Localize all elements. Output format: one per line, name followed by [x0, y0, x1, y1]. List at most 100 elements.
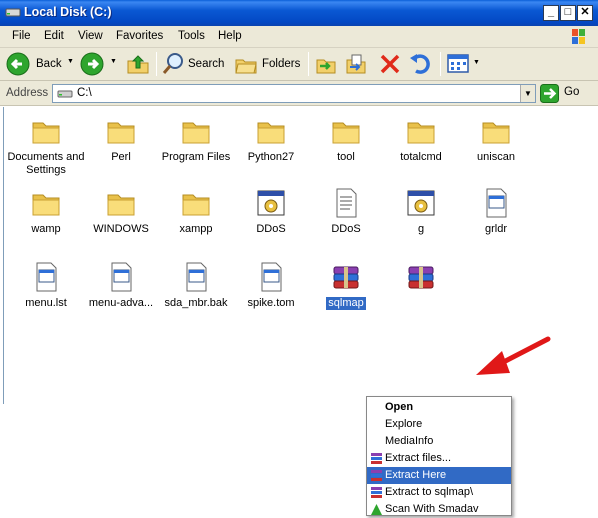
winrar-icon — [371, 453, 382, 464]
windows-logo-icon — [572, 29, 585, 44]
menu-tools[interactable]: Tools — [178, 30, 205, 42]
item-label: tool — [337, 151, 355, 163]
dropdown-icon: ▼ — [67, 58, 74, 65]
folder-icon — [32, 194, 60, 216]
winrar-icon — [371, 470, 382, 481]
file-icon — [486, 188, 507, 218]
folders-button[interactable]: Folders — [234, 52, 302, 76]
views-button[interactable]: ▼ — [446, 52, 482, 76]
address-value: C:\ — [77, 87, 92, 99]
delete-icon — [380, 54, 400, 74]
up-folder-icon — [127, 55, 149, 74]
minimize-button[interactable]: _ — [543, 5, 559, 21]
drive-icon — [5, 8, 21, 17]
application-icon — [407, 190, 435, 216]
item-label: Program Files — [161, 151, 231, 163]
back-arrow-icon — [6, 52, 30, 76]
delete-button[interactable] — [378, 52, 402, 76]
undo-icon — [410, 54, 430, 74]
item-label: grldr — [484, 223, 507, 235]
file-icon — [186, 262, 207, 292]
close-button[interactable]: ✕ — [577, 5, 593, 21]
item-label: wamp — [31, 223, 61, 235]
address-label: Address — [6, 87, 49, 99]
menu-help[interactable]: Help — [218, 30, 242, 42]
menu-bar: File Edit View Favorites Tools Help — [0, 26, 598, 48]
item-label: sda_mbr.bak — [164, 297, 228, 309]
context-item-explore[interactable]: Explore — [367, 416, 511, 433]
forward-button[interactable]: ▼ — [80, 52, 120, 76]
file-icon — [111, 262, 132, 292]
item-label: totalcmd — [400, 151, 442, 163]
dropdown-icon: ▼ — [110, 58, 117, 65]
folders-icon — [235, 59, 257, 74]
search-icon — [162, 53, 183, 74]
folder-icon — [182, 194, 210, 216]
context-item-open[interactable]: Open — [367, 399, 511, 416]
item-label: menu.lst — [25, 297, 67, 309]
move-to-folder-icon — [316, 59, 336, 74]
annotation-arrow-icon — [476, 336, 551, 375]
item-label: Python27 — [247, 151, 295, 163]
item-label: DDoS — [331, 223, 361, 235]
folder-icon — [182, 122, 210, 144]
winrar-icon — [371, 487, 382, 498]
back-button[interactable]: Back ▼ — [6, 52, 76, 76]
item-label: g — [417, 223, 425, 235]
address-input[interactable]: C:\ ▼ — [52, 84, 536, 103]
item-label: Documents and Settings — [7, 151, 85, 176]
item-label: spike.tom — [247, 297, 295, 309]
undo-button[interactable] — [408, 52, 432, 76]
context-item-scan-smadav[interactable]: Scan With Smadav — [367, 501, 511, 518]
menu-file[interactable]: File — [12, 30, 31, 42]
rar-archive-icon — [333, 266, 359, 289]
views-icon — [447, 54, 469, 73]
folder-icon — [257, 122, 285, 144]
context-menu: Open Explore MediaInfo Extract files... … — [366, 396, 512, 516]
address-dropdown-button[interactable]: ▼ — [520, 85, 535, 102]
folder-icon — [332, 122, 360, 144]
item-label: menu-adva... — [88, 297, 154, 309]
search-button[interactable]: Search — [162, 52, 226, 76]
text-document-icon — [336, 188, 357, 218]
item-label: xampp — [179, 223, 213, 235]
toolbar-separator — [308, 52, 309, 76]
copy-to-button[interactable] — [344, 52, 368, 76]
item-label: uniscan — [477, 151, 515, 163]
window-title: Local Disk (C:) — [24, 5, 112, 19]
item-label: WINDOWS — [93, 223, 149, 235]
item-label: Perl — [111, 151, 131, 163]
go-button[interactable]: Go — [540, 84, 595, 103]
folder-icon — [407, 122, 435, 144]
menu-view[interactable]: View — [78, 30, 103, 42]
forward-arrow-icon — [80, 52, 104, 76]
folder-icon — [32, 122, 60, 144]
up-folder-button[interactable] — [126, 52, 150, 76]
context-item-extract-here[interactable]: Extract Here — [367, 467, 511, 484]
folder-icon — [107, 194, 135, 216]
maximize-button[interactable]: □ — [560, 5, 576, 21]
toolbar-separator — [440, 52, 441, 76]
file-icon — [261, 262, 282, 292]
context-item-mediainfo[interactable]: MediaInfo — [367, 433, 511, 450]
item-label: DDoS — [256, 223, 286, 235]
address-bar: Address C:\ ▼ Go — [0, 81, 598, 106]
go-arrow-icon — [540, 84, 559, 103]
menu-edit[interactable]: Edit — [44, 30, 64, 42]
application-icon — [257, 190, 285, 216]
folder-icon — [107, 122, 135, 144]
menu-favorites[interactable]: Favorites — [116, 30, 163, 42]
dropdown-icon: ▼ — [473, 59, 480, 66]
rar-archive-icon — [408, 266, 434, 289]
smadav-icon — [371, 504, 382, 515]
item-label: sqlmap — [326, 297, 366, 310]
file-icon — [36, 262, 57, 292]
move-to-button[interactable] — [314, 52, 338, 76]
toolbar: Back ▼ ▼ Search Folders ▼ — [0, 48, 598, 81]
context-item-extract-files[interactable]: Extract files... — [367, 450, 511, 467]
toolbar-separator — [156, 52, 157, 76]
title-bar: Local Disk (C:) _ □ ✕ — [0, 0, 598, 26]
file-view: Documents and Settings Perl Program Files P… — [3, 107, 598, 516]
copy-to-folder-icon — [346, 54, 366, 74]
context-item-extract-to[interactable]: Extract to sqlmap\ — [367, 484, 511, 501]
